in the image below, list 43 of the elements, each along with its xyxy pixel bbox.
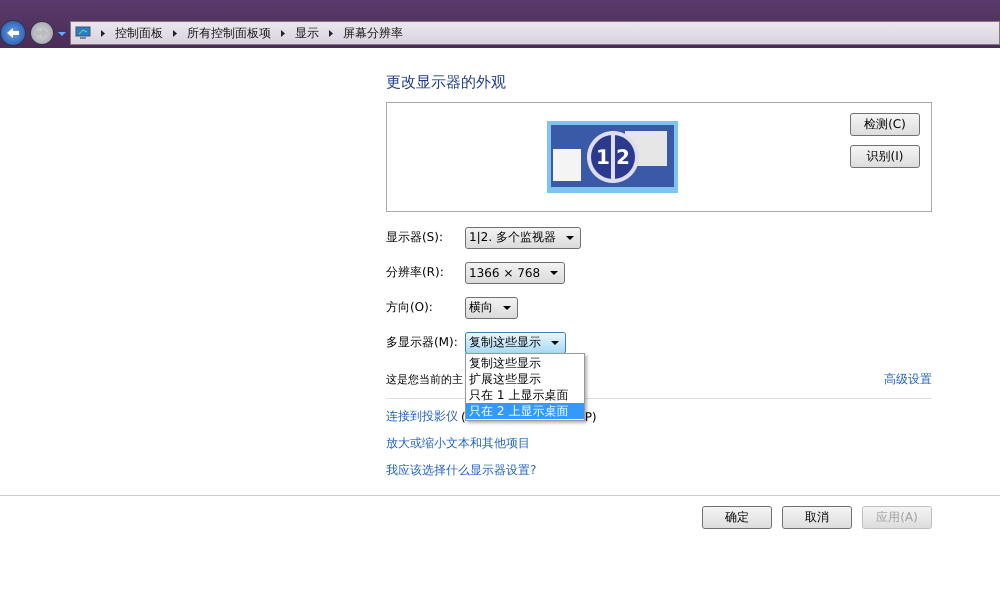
breadcrumb-item[interactable]: 控制面板 <box>115 24 163 42</box>
advanced-settings-link[interactable]: 高级设置 <box>884 370 932 388</box>
breadcrumb-item[interactable]: 显示 <box>295 24 319 42</box>
setting-label: 显示器(S): <box>386 229 444 246</box>
shortcut-text: P) <box>584 410 597 424</box>
chevron-right-icon <box>281 30 285 36</box>
dropdown-option[interactable]: 只在 1 上显示桌面 <box>466 387 584 403</box>
breadcrumb-item[interactable]: 屏幕分辨率 <box>343 24 403 42</box>
caret-icon <box>550 270 558 274</box>
setting-label: 方向(O): <box>386 299 434 316</box>
paren-text: ( <box>461 410 466 424</box>
panel-button[interactable]: 识别(I) <box>850 145 920 168</box>
display-number: 2 <box>616 145 630 169</box>
caret-icon <box>566 236 574 240</box>
caret-icon <box>551 340 559 344</box>
help-link[interactable]: 我应该选择什么显示器设置? <box>386 462 536 479</box>
page-title: 更改显示器的外观 <box>386 73 507 92</box>
dropdown[interactable]: 横向 <box>465 296 518 318</box>
chevron-right-icon <box>101 30 105 36</box>
caret-icon <box>58 32 66 36</box>
caret-icon <box>503 306 511 310</box>
setting-label: 分辨率(R): <box>386 264 445 281</box>
dropdown-option[interactable]: 扩展这些显示 <box>466 371 584 387</box>
dropdown-option[interactable]: 复制这些显示 <box>466 355 584 371</box>
arrow-left-icon <box>6 27 20 39</box>
setting-label: 多显示器(M): <box>386 334 459 351</box>
chevron-right-icon <box>173 30 177 36</box>
display-number: 1 <box>596 145 610 169</box>
monitor-icon <box>75 26 91 40</box>
help-link[interactable]: 放大或缩小文本和其他项目 <box>386 435 530 452</box>
dialog-button[interactable]: 确定 <box>702 506 772 529</box>
arrow-right-icon <box>35 27 49 39</box>
projector-link[interactable]: 连接到投影仪 <box>386 408 458 425</box>
dropdown[interactable]: 复制这些显示 <box>465 332 566 354</box>
info-text: 这是您当前的主 <box>386 372 463 386</box>
chevron-right-icon <box>329 30 333 36</box>
dropdown[interactable]: 1366 × 768 <box>465 262 566 284</box>
address-bar[interactable]: 控制面板 所有控制面板项 显示 屏幕分辨率 <box>70 21 1000 45</box>
panel-button[interactable]: 检测(C) <box>850 113 920 136</box>
back-button[interactable] <box>0 20 26 46</box>
dialog-button[interactable]: 取消 <box>782 506 852 529</box>
dropdown[interactable]: 1|2. 多个监视器 <box>465 226 581 248</box>
breadcrumb-item[interactable]: 所有控制面板项 <box>187 24 271 42</box>
